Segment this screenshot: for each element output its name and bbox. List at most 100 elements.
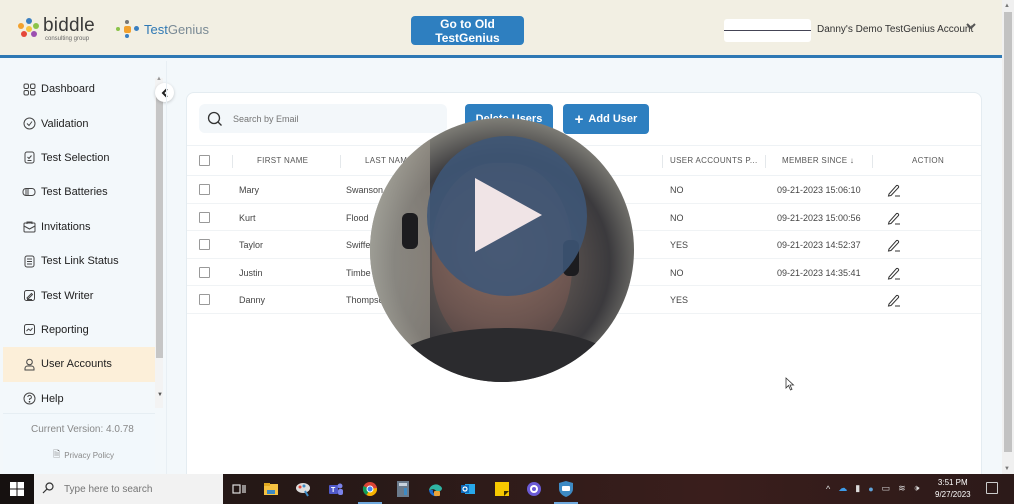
testgenius-logo-icon: [116, 20, 140, 38]
collapse-sidebar-button[interactable]: [155, 83, 174, 102]
privacy-policy-label: Privacy Policy: [64, 450, 115, 460]
sidebar-item-label: Test Batteries: [41, 186, 108, 199]
cell-first-name: Taylor: [239, 240, 264, 250]
outlook-icon[interactable]: [458, 479, 478, 499]
brand-sub: consulting group: [45, 36, 90, 42]
onedrive-cloud-icon[interactable]: ☁: [838, 483, 847, 494]
sidebar-item-help[interactable]: Help: [3, 382, 155, 416]
paint-icon[interactable]: [293, 479, 313, 499]
sticky-notes-icon[interactable]: [492, 479, 512, 499]
column-separator: [232, 155, 233, 168]
system-tray: ^ ☁ ▮ ● ▭ ≋ 🕩: [826, 483, 919, 494]
cell-first-name: Danny: [239, 295, 266, 305]
sidebar-item-label: Invitations: [41, 220, 91, 233]
sidebar-item-label: Test Link Status: [41, 255, 119, 268]
start-button[interactable]: [0, 474, 34, 504]
edge-icon[interactable]: [425, 479, 445, 499]
add-user-button[interactable]: + Add User: [563, 104, 649, 134]
window-scrollbar-thumb[interactable]: [1004, 12, 1012, 452]
teams-icon[interactable]: T: [326, 479, 346, 499]
cell-user-accounts: NO: [670, 267, 684, 278]
cell-last-name: Swiffe: [346, 240, 371, 250]
biddle-logo[interactable]: biddle consulting group: [18, 16, 95, 42]
chevron-left-icon: [161, 87, 168, 98]
window-scrollbar[interactable]: ▲ ▼: [1002, 0, 1014, 474]
column-user-accounts[interactable]: USER ACCOUNTS P...: [670, 156, 758, 165]
mouse-cursor-icon: [785, 377, 795, 394]
windows-logo-icon: [10, 482, 24, 496]
play-icon: [475, 178, 542, 252]
product-name-test: Test: [144, 21, 168, 37]
row-checkbox[interactable]: [199, 294, 210, 305]
sidebar-scrollbar[interactable]: ▲ ▼: [155, 76, 163, 408]
chart-line-icon: [22, 323, 36, 337]
security-shield-icon[interactable]: [554, 479, 578, 504]
edit-pencil-icon[interactable]: [886, 292, 902, 308]
scroll-up-icon[interactable]: ▲: [1004, 3, 1010, 9]
sidebar-item-test-batteries[interactable]: Test Batteries: [3, 175, 155, 209]
sidebar-item-label: Reporting: [41, 323, 89, 336]
taskbar-clock[interactable]: 3:51 PM 9/27/2023: [935, 477, 971, 501]
cell-member-since: 09-21-2023 14:35:41: [777, 267, 861, 278]
select-all-checkbox[interactable]: [199, 155, 210, 166]
account-name[interactable]: Danny's Demo TestGenius Account: [817, 24, 973, 35]
sidebar-item-reporting[interactable]: Reporting: [3, 313, 155, 347]
sort-desc-icon: ↓: [849, 156, 855, 165]
go-to-old-testgenius-button[interactable]: Go to Old TestGenius: [411, 16, 524, 45]
taskbar-search[interactable]: [34, 474, 223, 504]
column-member-since[interactable]: MEMBER SINCE ↓: [782, 156, 854, 165]
testgenius-logo[interactable]: TestGenius: [116, 20, 209, 38]
edit-pencil-icon[interactable]: [886, 210, 902, 226]
cell-user-accounts: NO: [670, 212, 684, 223]
sidebar-item-test-writer[interactable]: Test Writer: [3, 278, 155, 312]
sidebar-divider: [166, 61, 167, 474]
column-separator: [662, 155, 663, 168]
sidebar-item-validation[interactable]: Validation: [3, 106, 155, 140]
sidebar-item-invitations[interactable]: Invitations: [3, 210, 155, 244]
privacy-policy-link[interactable]: 🗎 Privacy Policy: [53, 447, 114, 463]
play-button[interactable]: [427, 136, 587, 296]
chevron-up-icon[interactable]: ^: [826, 484, 830, 494]
file-explorer-icon[interactable]: [261, 479, 281, 499]
sidebar-item-user-accounts[interactable]: User Accounts: [3, 347, 155, 382]
scroll-up-icon[interactable]: ▲: [156, 76, 162, 82]
row-checkbox[interactable]: [199, 184, 210, 195]
battery-icon: [22, 185, 36, 199]
pen-square-icon: [22, 289, 36, 303]
list-icon: [22, 254, 36, 268]
column-separator: [340, 155, 341, 168]
chevron-down-icon[interactable]: [966, 22, 976, 33]
row-checkbox[interactable]: [199, 211, 210, 223]
taskbar-search-input[interactable]: [64, 483, 214, 495]
usb-device-icon[interactable]: ▮: [855, 483, 860, 494]
edit-pencil-icon[interactable]: [886, 237, 902, 253]
app-window: biddle consulting group TestGenius Go to…: [0, 0, 1002, 482]
sidebar-item-dashboard[interactable]: Dashboard: [3, 72, 155, 106]
sidebar-item-test-link-status[interactable]: Test Link Status: [3, 244, 155, 278]
sidebar-scrollbar-thumb[interactable]: [156, 88, 163, 358]
sidebar-item-test-selection[interactable]: Test Selection: [3, 141, 155, 175]
row-checkbox[interactable]: [199, 239, 210, 250]
notification-center-icon[interactable]: [986, 482, 998, 494]
task-view-icon[interactable]: [229, 479, 249, 499]
user-icon: [22, 357, 36, 371]
sidebar-item-label: Test Selection: [41, 151, 110, 164]
globe-icon[interactable]: ●: [868, 484, 873, 494]
wifi-icon[interactable]: ≋: [898, 483, 906, 494]
scroll-down-icon[interactable]: ▼: [1004, 466, 1010, 472]
battery-icon[interactable]: ▭: [882, 483, 891, 494]
volume-icon[interactable]: 🕩: [914, 483, 920, 494]
biddle-logo-icon: [18, 18, 40, 40]
sidebar-item-label: Validation: [41, 117, 89, 130]
cell-first-name: Justin: [239, 267, 263, 278]
edit-pencil-icon[interactable]: [886, 265, 902, 281]
plus-icon: +: [574, 110, 584, 128]
column-first-name[interactable]: FIRST NAME: [257, 156, 308, 165]
scroll-down-icon[interactable]: ▼: [157, 392, 163, 398]
settings-gear-icon[interactable]: [524, 479, 544, 499]
chrome-icon[interactable]: [358, 479, 382, 504]
clock-date: 9/27/2023: [935, 490, 971, 499]
row-checkbox[interactable]: [199, 266, 210, 278]
edit-pencil-icon[interactable]: [886, 182, 902, 198]
calculator-icon[interactable]: [393, 479, 413, 499]
